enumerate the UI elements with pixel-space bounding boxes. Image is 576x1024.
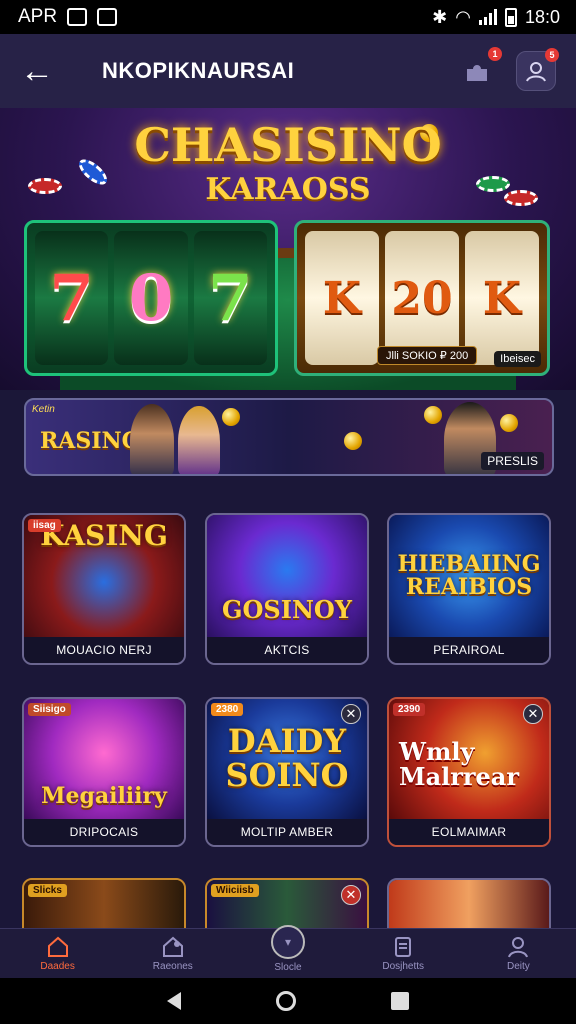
promo-banner[interactable]: Ketin RASING PRESLIS <box>24 398 554 476</box>
play-circle-icon: ▾ <box>271 924 305 959</box>
game-artwork: Megailiiry <box>24 699 184 819</box>
game-title: DAIDY SOINO <box>225 722 349 794</box>
game-artwork: HIEBAIING REAIBIOS <box>389 515 549 637</box>
hero-logo-line2: KARAOSS <box>205 172 371 207</box>
game-title: Wmly Malrrear <box>399 737 519 792</box>
nav-label: Daades <box>40 960 75 972</box>
back-arrow-icon[interactable]: ← <box>20 54 60 88</box>
close-icon[interactable]: ✕ <box>341 704 361 724</box>
nav-label: Dosjhetts <box>382 960 425 972</box>
reel-caption: Jlli SOKIO ₽ 200 <box>377 346 478 365</box>
reel-symbol: 0 <box>114 231 188 365</box>
promo-corner-label: Ketin <box>32 404 55 415</box>
game-tag: 2380 <box>211 703 244 716</box>
game-tag: iisag <box>28 519 61 532</box>
profile-badge: 5 <box>545 48 559 62</box>
battery-icon <box>504 7 517 27</box>
reel-tag: Ibeisec <box>494 351 541 367</box>
character-image <box>130 404 174 474</box>
promo-right-label: PRESLIS <box>481 452 544 470</box>
game-artwork: KASING <box>24 515 184 637</box>
app-notification-icon <box>97 8 118 26</box>
reel-symbol: 7 <box>35 231 109 365</box>
puzzle-icon <box>467 65 487 81</box>
game-card[interactable]: Wmly Malrrear 2390 ✕ EOLMAIMAR <box>387 697 551 847</box>
game-card[interactable]: KASING iisag MOUACIO NERJ <box>22 513 186 665</box>
system-back-icon[interactable] <box>167 992 182 1010</box>
system-recents-icon[interactable] <box>390 992 409 1010</box>
document-icon <box>391 936 415 958</box>
character-image <box>178 406 220 474</box>
hero-banner[interactable]: CHASISINO KARAOSS 7 0 7 K 20 K Jlli SOKI… <box>0 108 576 390</box>
game-card[interactable]: Megailiiry Siisigo DRIPOCAIS <box>22 697 186 847</box>
nav-label: Deity <box>507 960 530 972</box>
wifi-icon: ◠ <box>455 6 471 27</box>
gold-coin-icon <box>424 406 442 424</box>
game-label: AKTCIS <box>207 637 367 663</box>
game-tag: Wiiciisb <box>211 884 259 897</box>
nav-item-home[interactable]: Daades <box>0 929 115 978</box>
game-label: MOUACIO NERJ <box>24 637 184 663</box>
nav-item-rooms[interactable]: Raeones <box>115 929 230 978</box>
status-bar: APR ✱ ◠ 18:0 <box>0 0 576 34</box>
nav-label: Slocle <box>274 961 302 973</box>
user-icon <box>506 936 530 958</box>
home-icon <box>46 936 70 958</box>
game-tag: Siisigo <box>28 703 71 716</box>
bottom-navigation: Daades Raeones ▾ Slocle Dosjhetts Deity <box>0 924 576 978</box>
reel-symbol: 20 <box>385 231 459 365</box>
gold-coin-icon <box>344 432 362 450</box>
reel-symbol: K <box>465 231 539 365</box>
nav-item-documents[interactable]: Dosjhetts <box>346 929 461 978</box>
reel-symbol: 7 <box>193 231 267 365</box>
game-label: EOLMAIMAR <box>389 819 549 845</box>
system-navigation-bar <box>0 978 576 1024</box>
close-icon[interactable]: ✕ <box>341 885 361 905</box>
hero-logo-line1: CHASISINO <box>134 118 442 172</box>
image-notification-icon <box>67 8 88 26</box>
house-plus-icon <box>161 936 185 958</box>
promo-title: RASING <box>40 428 141 454</box>
game-title: GOSINOY <box>222 595 352 624</box>
game-label: PERAIROAL <box>389 637 549 663</box>
bluetooth-icon: ✱ <box>432 6 448 27</box>
game-label: DRIPOCAIS <box>24 819 184 845</box>
game-card[interactable]: GOSINOY AKTCIS <box>205 513 369 665</box>
game-label: MOLTIP AMBER <box>207 819 367 845</box>
clock: 18:0 <box>524 6 560 27</box>
signal-icon <box>478 9 497 25</box>
notifications-button[interactable]: 1 <box>458 47 502 91</box>
hero-logo: CHASISINO KARAOSS <box>0 122 576 207</box>
close-icon[interactable]: ✕ <box>523 704 543 724</box>
slot-reels-left: 7 0 7 <box>24 220 278 376</box>
game-tag: 2390 <box>393 703 426 716</box>
notification-badge: 1 <box>488 47 502 61</box>
profile-button[interactable]: 5 <box>516 48 559 91</box>
game-card[interactable]: HIEBAIING REAIBIOS PERAIROAL <box>387 513 551 665</box>
slot-reels-right: K 20 K Jlli SOKIO ₽ 200 Ibeisec <box>294 220 550 376</box>
game-card[interactable]: DAIDY SOINO 2380 ✕ MOLTIP AMBER <box>205 697 369 847</box>
game-artwork: GOSINOY <box>207 515 367 637</box>
nav-item-profile[interactable]: Deity <box>461 929 576 978</box>
gold-coin-icon <box>500 414 518 432</box>
app-header: ← NKOPIKNAURSAI 1 5 <box>0 34 576 108</box>
system-home-icon[interactable] <box>275 991 296 1011</box>
game-title: Megailiiry <box>41 783 167 809</box>
gold-coin-icon <box>222 408 240 426</box>
nav-item-slots[interactable]: ▾ Slocle <box>230 924 345 978</box>
reel-symbol: K <box>305 231 379 365</box>
profile-icon <box>526 62 546 82</box>
carrier-label: APR <box>18 6 58 27</box>
page-title: NKOPIKNAURSAI <box>102 58 295 83</box>
game-tag: Slicks <box>28 884 67 897</box>
game-title: HIEBAIING REAIBIOS <box>397 550 541 600</box>
nav-label: Raeones <box>152 960 193 972</box>
